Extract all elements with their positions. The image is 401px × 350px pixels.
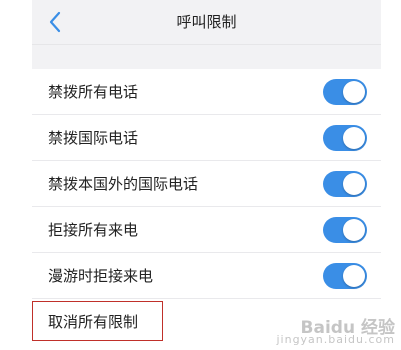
call-restriction-panel: 呼叫限制 禁拨所有电话 禁拨国际电话 禁拨本国外的国际电话 拒接所有来电 漫游时…	[32, 0, 381, 350]
toggle-knob	[343, 81, 365, 103]
setting-label: 禁拨国际电话	[48, 129, 139, 147]
setting-row-reject-incoming-roaming: 漫游时拒接来电	[32, 253, 381, 299]
watermark-subtext: jingyan.baidu.com	[276, 333, 395, 346]
toggle-switch[interactable]	[323, 125, 367, 151]
setting-row-block-international-except-home: 禁拨本国外的国际电话	[32, 161, 381, 207]
toggle-switch[interactable]	[323, 171, 367, 197]
toggle-switch[interactable]	[323, 217, 367, 243]
toggle-switch[interactable]	[323, 79, 367, 105]
setting-label: 禁拨所有电话	[48, 83, 139, 101]
watermark: Baidu 经验 jingyan.baidu.com	[276, 320, 395, 346]
toggle-knob	[343, 173, 365, 195]
toggle-knob	[343, 127, 365, 149]
cancel-all-restrictions-label: 取消所有限制	[48, 313, 139, 331]
toggle-knob	[343, 265, 365, 287]
setting-label: 禁拨本国外的国际电话	[48, 175, 199, 193]
toggle-knob	[343, 219, 365, 241]
setting-label: 漫游时拒接来电	[48, 267, 154, 285]
setting-row-block-all-calls: 禁拨所有电话	[32, 69, 381, 115]
setting-label: 拒接所有来电	[48, 221, 139, 239]
setting-row-reject-all-incoming: 拒接所有来电	[32, 207, 381, 253]
toggle-switch[interactable]	[323, 263, 367, 289]
screen: 呼叫限制 禁拨所有电话 禁拨国际电话 禁拨本国外的国际电话 拒接所有来电 漫游时…	[0, 0, 401, 350]
settings-list: 禁拨所有电话 禁拨国际电话 禁拨本国外的国际电话 拒接所有来电 漫游时拒接来电	[32, 69, 381, 345]
setting-row-block-international-calls: 禁拨国际电话	[32, 115, 381, 161]
section-gap	[32, 45, 381, 69]
title-bar: 呼叫限制	[32, 0, 381, 45]
page-title: 呼叫限制	[176, 13, 237, 31]
